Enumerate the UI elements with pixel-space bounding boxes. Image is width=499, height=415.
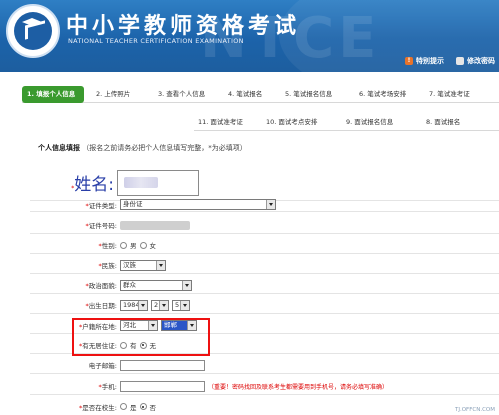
footer-watermark: TJ.OFFCN.COM <box>454 407 495 413</box>
site-header: NTCE 中小学教师资格考试 NATIONAL TEACHER CERTIFIC… <box>0 0 499 72</box>
birth-year-select[interactable]: 1984 <box>120 299 148 311</box>
highlight-annotation-box <box>72 318 210 356</box>
password-icon <box>456 57 464 65</box>
name-row: *姓名: <box>30 165 499 201</box>
step-fill-info[interactable]: 1. 填报个人信息 <box>22 86 84 103</box>
site-title: 中小学教师资格考试 <box>66 14 301 39</box>
birth-row: *出生日期: 1984 2 5 <box>30 297 499 314</box>
email-row: 电子邮箱: <box>30 357 499 374</box>
name-label: 姓名: <box>74 175 114 195</box>
step-written-info[interactable]: 5. 笔试报名信息 <box>281 86 355 103</box>
step-interview-info[interactable]: 9. 面试报名信息 <box>342 114 422 131</box>
birth-month-select[interactable]: 2 <box>151 299 169 311</box>
email-field[interactable] <box>120 359 205 371</box>
change-password-link[interactable]: 修改密码 <box>456 56 495 66</box>
notice-icon: ! <box>405 57 413 65</box>
step-interview-register[interactable]: 8. 面试报名 <box>422 114 492 131</box>
id-number-row: *证件号码: <box>30 217 499 234</box>
step-row-2: 11. 面试准考证 10. 面试考点安排 9. 面试报名信息 8. 面试报名 <box>194 114 499 131</box>
step-written-ticket[interactable]: 7. 笔试准考证 <box>425 86 487 103</box>
step-view-info[interactable]: 3. 查看个人信息 <box>154 86 224 103</box>
id-type-select[interactable]: 身份证 <box>120 199 276 210</box>
step-interview-site[interactable]: 10. 面试考点安排 <box>262 114 342 131</box>
name-field[interactable] <box>117 169 199 196</box>
id-number-blurred <box>120 220 190 230</box>
phone-field[interactable] <box>120 380 205 392</box>
section-heading: 个人信息填报 （报名之前请务必把个人信息填写完整，*为必填项） <box>38 144 247 152</box>
birth-day-select[interactable]: 5 <box>172 299 190 311</box>
chevron-down-icon <box>180 300 189 310</box>
phone-row: *手机: （重要！密码找回及联系考生都需要用到手机号，请务必填写准确） <box>30 378 499 395</box>
step-upload-photo[interactable]: 2. 上传照片 <box>92 86 154 103</box>
chevron-down-icon <box>138 300 147 310</box>
step-written-room[interactable]: 6. 笔试考场安排 <box>355 86 425 103</box>
political-select[interactable]: 群众 <box>120 279 192 291</box>
top-links: ! 特别提示 修改密码 <box>405 56 495 66</box>
id-type-row: *证件类型: 身份证 <box>30 198 499 212</box>
enrolled-yes-radio[interactable] <box>120 403 127 410</box>
name-value-blurred <box>124 177 158 188</box>
chevron-down-icon <box>182 280 191 290</box>
step-interview-ticket[interactable]: 11. 面试准考证 <box>194 114 262 131</box>
step-row-1: 1. 填报个人信息 2. 上传照片 3. 查看个人信息 4. 笔试报名 5. 笔… <box>22 86 499 103</box>
enrolled-row: *是否在校生: 是 否 <box>79 403 156 412</box>
step-written-register[interactable]: 4. 笔试报名 <box>224 86 281 103</box>
site-subtitle: NATIONAL TEACHER CERTIFICATION EXAMINATI… <box>68 37 244 45</box>
special-notice-link[interactable]: ! 特别提示 <box>405 56 444 66</box>
enrolled-no-radio[interactable] <box>139 403 147 410</box>
gender-row: *性别: 男 女 <box>30 237 499 254</box>
gender-male-radio[interactable] <box>120 241 127 249</box>
chevron-down-icon <box>156 260 165 270</box>
ethnic-select[interactable]: 汉族 <box>120 259 166 271</box>
chevron-down-icon <box>159 300 168 310</box>
ntce-logo <box>6 4 60 58</box>
political-row: *政治面貌: 群众 <box>30 277 499 294</box>
ethnic-row: *民族: 汉族 <box>30 257 499 274</box>
phone-note: （重要！密码找回及联系考生都需要用到手机号，请务必填写准确） <box>208 383 389 391</box>
gender-female-radio[interactable] <box>139 241 147 249</box>
chevron-down-icon <box>266 200 275 209</box>
